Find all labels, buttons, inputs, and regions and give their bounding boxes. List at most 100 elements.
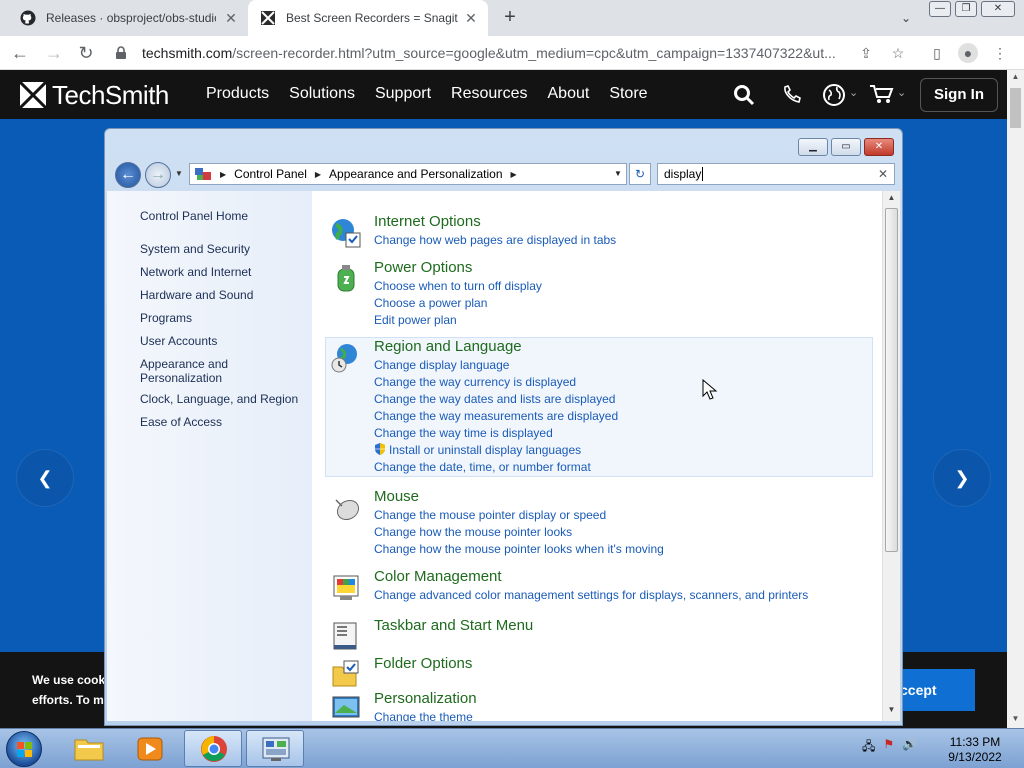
scrollbar-thumb[interactable] xyxy=(885,208,898,552)
nav-support[interactable]: Support xyxy=(375,85,431,103)
search-input[interactable]: display ✕ xyxy=(657,163,895,185)
sidebar-item-ease-of-access[interactable]: Ease of Access xyxy=(140,415,298,438)
taskbar-explorer-button[interactable] xyxy=(60,730,118,767)
volume-icon[interactable]: 🔊 xyxy=(902,737,917,758)
category-title[interactable]: Personalization xyxy=(374,690,477,707)
chevron-down-icon[interactable]: ⌄ xyxy=(849,86,858,99)
link-item[interactable]: Change the theme xyxy=(374,710,473,721)
new-tab-button[interactable]: + xyxy=(498,6,522,30)
carousel-next-button[interactable]: ❯ xyxy=(933,449,991,507)
category-title[interactable]: Folder Options xyxy=(374,655,472,672)
cp-forward-arrow-icon[interactable]: → xyxy=(145,162,171,188)
address-bar[interactable]: techsmith.com/screen-recorder.html?utm_s… xyxy=(108,39,916,67)
phone-icon[interactable] xyxy=(781,84,803,106)
clear-search-icon[interactable]: ✕ xyxy=(878,164,888,184)
link-item[interactable]: Change how the mouse pointer looks xyxy=(374,525,664,542)
url-text: techsmith.com/screen-recorder.html?utm_s… xyxy=(142,45,836,61)
sign-in-button[interactable]: Sign In xyxy=(920,78,998,112)
cart-icon[interactable] xyxy=(869,83,895,105)
sidebar-item-system-security[interactable]: System and Security xyxy=(140,242,298,265)
reload-icon[interactable]: ↻ xyxy=(74,41,98,65)
sidebar-item-network-internet[interactable]: Network and Internet xyxy=(140,265,298,288)
close-icon[interactable]: ✕ xyxy=(462,9,480,27)
nav-about[interactable]: About xyxy=(548,85,590,103)
bookmark-star-icon[interactable]: ☆ xyxy=(888,43,908,63)
action-center-flag-icon[interactable]: ⚑ xyxy=(883,737,894,758)
link-item[interactable]: Change the way currency is displayed xyxy=(374,375,618,392)
scroll-up-icon[interactable]: ▲ xyxy=(1007,72,1024,81)
page-scrollbar[interactable]: ▲ ▼ xyxy=(1007,70,1024,728)
link-item[interactable]: Change how web pages are displayed in ta… xyxy=(374,233,616,250)
start-button[interactable] xyxy=(6,731,42,767)
share-icon[interactable]: ⇪ xyxy=(856,43,876,63)
cp-scrollbar[interactable]: ▲ ▼ xyxy=(882,191,900,721)
menu-kebab-icon[interactable]: ⋮ xyxy=(990,43,1010,63)
sidebar-item-appearance[interactable]: Appearance and Personalization xyxy=(140,357,250,392)
link-item[interactable]: Change the way dates and lists are displ… xyxy=(374,392,618,409)
address-dropdown-icon[interactable]: ▼ xyxy=(609,163,627,185)
taskbar-chrome-button[interactable] xyxy=(184,730,242,767)
close-window-button[interactable]: ✕ xyxy=(981,1,1015,17)
sidebar-item-programs[interactable]: Programs xyxy=(140,311,298,334)
breadcrumb[interactable]: ▶ Control Panel ▶ Appearance and Persona… xyxy=(189,163,627,185)
link-item[interactable]: Change the date, time, or number format xyxy=(374,460,618,477)
category-title[interactable]: Color Management xyxy=(374,568,502,585)
category-title[interactable]: Mouse xyxy=(374,488,419,505)
tab-techsmith-snagit[interactable]: Best Screen Recorders = Snagit ✕ xyxy=(248,0,488,36)
taskbar-clock[interactable]: 11:33 PM 9/13/2022 xyxy=(940,735,1010,765)
close-icon[interactable]: ✕ xyxy=(222,9,240,27)
category-title[interactable]: Internet Options xyxy=(374,213,481,230)
link-item[interactable]: Change how the mouse pointer looks when … xyxy=(374,542,664,559)
nav-resources[interactable]: Resources xyxy=(451,85,527,103)
scrollbar-thumb[interactable] xyxy=(1010,88,1021,128)
refresh-icon[interactable]: ↻ xyxy=(629,163,651,185)
internet-options-icon xyxy=(332,219,361,248)
taskbar-control-panel-button[interactable] xyxy=(246,730,304,767)
category-title[interactable]: Power Options xyxy=(374,259,472,276)
link-item[interactable]: Choose a power plan xyxy=(374,296,542,313)
scroll-up-icon[interactable]: ▲ xyxy=(883,193,900,207)
taskbar-icon xyxy=(333,622,357,650)
chevron-down-icon[interactable]: ⌄ xyxy=(897,86,906,99)
category-title[interactable]: Region and Language xyxy=(374,338,522,355)
cp-minimize-button[interactable]: ▁ xyxy=(798,138,828,156)
sidebar-item-hardware-sound[interactable]: Hardware and Sound xyxy=(140,288,298,311)
back-arrow-icon[interactable]: ← xyxy=(8,41,32,65)
side-panel-icon[interactable]: ▯ xyxy=(927,43,947,63)
restore-button[interactable]: ❐ xyxy=(955,1,977,17)
network-icon[interactable]: 🖧 xyxy=(862,737,875,758)
cp-maximize-button[interactable]: ▭ xyxy=(831,138,861,156)
nav-solutions[interactable]: Solutions xyxy=(289,85,355,103)
scroll-down-icon[interactable]: ▼ xyxy=(883,705,900,719)
cp-history-chevron-icon[interactable]: ▼ xyxy=(175,169,183,178)
category-title[interactable]: Taskbar and Start Menu xyxy=(374,617,533,634)
sidebar-item-control-panel-home[interactable]: Control Panel Home xyxy=(140,209,248,223)
link-item[interactable]: Edit power plan xyxy=(374,313,542,330)
taskbar-media-player-button[interactable] xyxy=(122,730,180,767)
nav-store[interactable]: Store xyxy=(609,85,647,103)
tab-search-chevron-icon[interactable]: ⌄ xyxy=(896,8,916,28)
breadcrumb-appearance[interactable]: Appearance and Personalization xyxy=(329,167,502,181)
scroll-down-icon[interactable]: ▼ xyxy=(1007,714,1024,723)
link-item[interactable]: Change display language xyxy=(374,358,618,375)
link-item[interactable]: Change the way measurements are displaye… xyxy=(374,409,618,426)
link-item-uac[interactable]: Install or uninstall display languages xyxy=(374,443,618,460)
sidebar-item-clock-language-region[interactable]: Clock, Language, and Region xyxy=(140,392,298,415)
link-item[interactable]: Change the mouse pointer display or spee… xyxy=(374,508,664,525)
cp-close-button[interactable]: ✕ xyxy=(864,138,894,156)
minimize-button[interactable]: — xyxy=(929,1,951,17)
nav-products[interactable]: Products xyxy=(206,85,269,103)
profile-avatar-icon[interactable]: ● xyxy=(958,43,978,63)
tab-github-releases[interactable]: Releases · obsproject/obs-studio ✕ xyxy=(8,0,248,36)
link-item[interactable]: Change advanced color management setting… xyxy=(374,588,808,605)
cp-back-arrow-icon[interactable]: ← xyxy=(115,162,141,188)
search-icon[interactable] xyxy=(733,84,755,106)
link-item[interactable]: Change the way time is displayed xyxy=(374,426,618,443)
forward-arrow-icon[interactable]: → xyxy=(42,41,66,65)
sidebar-item-user-accounts[interactable]: User Accounts xyxy=(140,334,298,357)
link-item[interactable]: Choose when to turn off display xyxy=(374,279,542,296)
globe-icon[interactable] xyxy=(822,83,846,107)
carousel-prev-button[interactable]: ❮ xyxy=(16,449,74,507)
techsmith-logo[interactable]: TechSmith xyxy=(20,80,169,110)
breadcrumb-control-panel[interactable]: Control Panel xyxy=(234,167,307,181)
